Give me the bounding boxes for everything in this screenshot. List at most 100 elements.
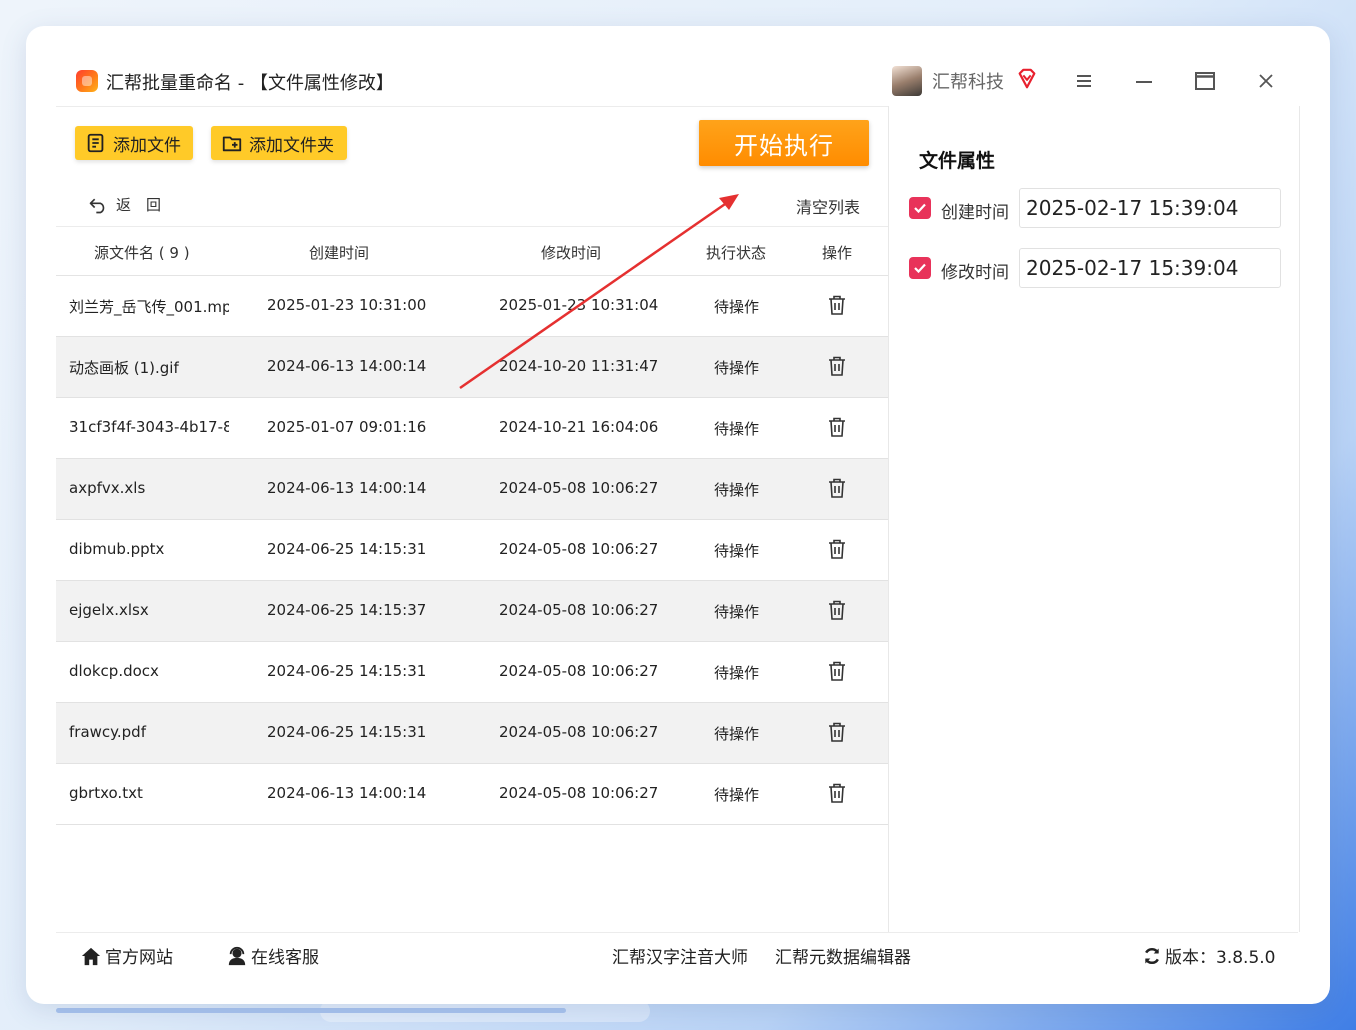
cell-modified-time: 2024-05-08 10:06:27: [499, 662, 659, 680]
delete-trash-icon[interactable]: [828, 600, 846, 620]
cell-created-time: 2024-06-13 14:00:14: [267, 357, 427, 375]
cell-file-name: axpfvx.xls: [69, 479, 146, 497]
table-row[interactable]: ejgelx.xlsx 2024-06-25 14:15:37 2024-05-08…: [56, 581, 888, 642]
cell-created-time: 2025-01-07 09:01:16: [267, 418, 427, 436]
check-icon: [914, 203, 926, 214]
add-file-button[interactable]: 添加文件: [75, 126, 193, 160]
close-icon[interactable]: [1254, 69, 1278, 93]
footer-bar: 官方网站 在线客服 汇帮汉字注音大师 汇帮元数据编辑器 版本：3.8.5.0: [56, 932, 1298, 977]
start-button[interactable]: 开始执行: [699, 120, 869, 166]
online-support-label: 在线客服: [251, 948, 319, 968]
cell-file-name: ejgelx.xlsx: [69, 601, 149, 619]
app-logo-icon: [76, 70, 98, 92]
cell-created-time: 2024-06-25 14:15:37: [267, 601, 427, 619]
cell-file-name: dibmub.pptx: [69, 540, 165, 558]
cell-status: 待操作: [714, 725, 760, 743]
created-time-checkbox[interactable]: [909, 197, 931, 219]
header-name: 源文件名 ( 9 ): [94, 244, 190, 262]
clear-list-button[interactable]: 清空列表: [796, 194, 860, 218]
delete-trash-icon[interactable]: [828, 295, 846, 315]
table-row[interactable]: 31cf3f4f-3043-4b17-8 2025-01-07 09:01:16 2…: [56, 398, 888, 459]
panel-title: 文件属性: [919, 150, 996, 172]
cell-status: 待操作: [714, 603, 760, 621]
header-action: 操作: [822, 244, 853, 262]
cell-modified-time: 2024-05-08 10:06:27: [499, 784, 659, 802]
properties-panel: 文件属性 创建时间 2025-02-17 15:39:04 修改时间 2025-…: [888, 106, 1300, 932]
back-label: 返 回: [116, 196, 162, 214]
created-time-input[interactable]: 2025-02-17 15:39:04: [1019, 188, 1281, 228]
cell-status: 待操作: [714, 542, 760, 560]
cell-status: 待操作: [714, 420, 760, 438]
vip-diamond-icon[interactable]: [1016, 68, 1038, 90]
cell-created-time: 2024-06-25 14:15:31: [267, 662, 427, 680]
cell-status: 待操作: [714, 481, 760, 499]
title-bar: 汇帮批量重命名 - 【文件属性修改】 汇帮科技: [56, 56, 1298, 107]
delete-trash-icon[interactable]: [828, 478, 846, 498]
app-content: 汇帮批量重命名 - 【文件属性修改】 汇帮科技 添加文件 添加文件夹 开始执行 …: [56, 56, 1300, 968]
cell-file-name: gbrtxo.txt: [69, 784, 143, 802]
cell-file-name: dlokcp.docx: [69, 662, 159, 680]
created-time-label: 创建时间: [941, 203, 1009, 223]
cell-modified-time: 2024-05-08 10:06:27: [499, 601, 659, 619]
cell-created-time: 2024-06-25 14:15:31: [267, 723, 427, 741]
check-icon: [914, 263, 926, 274]
official-website-label: 官方网站: [105, 948, 173, 968]
table-row[interactable]: axpfvx.xls 2024-06-13 14:00:14 2024-05-08 …: [56, 459, 888, 520]
table-row[interactable]: frawcy.pdf 2024-06-25 14:15:31 2024-05-08 …: [56, 703, 888, 764]
home-icon: [81, 947, 101, 965]
cell-modified-time: 2024-05-08 10:06:27: [499, 479, 659, 497]
back-arrow-icon: [89, 198, 105, 213]
cell-file-name: 动态画板 (1).gif: [69, 359, 179, 377]
table-row[interactable]: dlokcp.docx 2024-06-25 14:15:31 2024-05-08…: [56, 642, 888, 703]
online-support-link[interactable]: 在线客服: [226, 943, 319, 968]
delete-trash-icon[interactable]: [828, 722, 846, 742]
cell-created-time: 2024-06-13 14:00:14: [267, 784, 427, 802]
annotation-arrow: [459, 194, 739, 390]
cell-modified-time: 2024-05-08 10:06:27: [499, 723, 659, 741]
folder-add-icon: [222, 136, 242, 152]
user-avatar[interactable]: [892, 66, 922, 96]
window-title: 汇帮批量重命名 - 【文件属性修改】: [106, 73, 394, 94]
modified-time-checkbox[interactable]: [909, 257, 931, 279]
created-time-row: 创建时间 2025-02-17 15:39:04: [909, 188, 1281, 228]
app-link-pinyin[interactable]: 汇帮汉字注音大师: [612, 943, 748, 968]
modified-time-input[interactable]: 2025-02-17 15:39:04: [1019, 248, 1281, 288]
cell-file-name: frawcy.pdf: [69, 723, 146, 741]
header-created: 创建时间: [309, 244, 370, 262]
file-list-icon: [87, 133, 104, 153]
back-button[interactable]: 返 回: [88, 194, 161, 215]
background-decoration: [56, 1008, 566, 1013]
brand-name: 汇帮科技: [932, 72, 1004, 93]
cell-modified-time: 2024-10-21 16:04:06: [499, 418, 659, 436]
cell-created-time: 2024-06-13 14:00:14: [267, 479, 427, 497]
modified-time-row: 修改时间 2025-02-17 15:39:04: [909, 248, 1281, 288]
add-folder-button[interactable]: 添加文件夹: [211, 126, 347, 160]
delete-trash-icon[interactable]: [828, 417, 846, 437]
table-row[interactable]: gbrtxo.txt 2024-06-13 14:00:14 2024-05-08 …: [56, 764, 888, 825]
cell-status: 待操作: [714, 664, 760, 682]
delete-trash-icon[interactable]: [828, 356, 846, 376]
add-folder-label: 添加文件夹: [249, 135, 334, 156]
table-row[interactable]: dibmub.pptx 2024-06-25 14:15:31 2024-05-08…: [56, 520, 888, 581]
cell-created-time: 2024-06-25 14:15:31: [267, 540, 427, 558]
minimize-icon[interactable]: [1132, 69, 1156, 93]
delete-trash-icon[interactable]: [828, 661, 846, 681]
maximize-icon[interactable]: [1193, 69, 1217, 93]
menu-icon[interactable]: [1072, 69, 1096, 93]
delete-trash-icon[interactable]: [828, 783, 846, 803]
official-website-link[interactable]: 官方网站: [80, 943, 173, 968]
delete-trash-icon[interactable]: [828, 539, 846, 559]
cell-file-name: 31cf3f4f-3043-4b17-8: [69, 418, 229, 436]
modified-time-label: 修改时间: [941, 263, 1009, 283]
app-link-metadata-editor[interactable]: 汇帮元数据编辑器: [775, 943, 911, 968]
cell-modified-time: 2024-05-08 10:06:27: [499, 540, 659, 558]
cell-created-time: 2025-01-23 10:31:00: [267, 296, 427, 314]
app-window: 汇帮批量重命名 - 【文件属性修改】 汇帮科技 添加文件 添加文件夹 开始执行 …: [26, 26, 1330, 1004]
refresh-icon: [1145, 947, 1159, 964]
cell-file-name: 刘兰芳_岳飞传_001.mp3: [69, 298, 229, 316]
version-info[interactable]: 版本：3.8.5.0: [1142, 943, 1275, 968]
cell-status: 待操作: [714, 786, 760, 804]
support-agent-icon: [228, 946, 246, 965]
add-file-label: 添加文件: [113, 135, 181, 156]
version-label: 版本：3.8.5.0: [1165, 948, 1276, 968]
